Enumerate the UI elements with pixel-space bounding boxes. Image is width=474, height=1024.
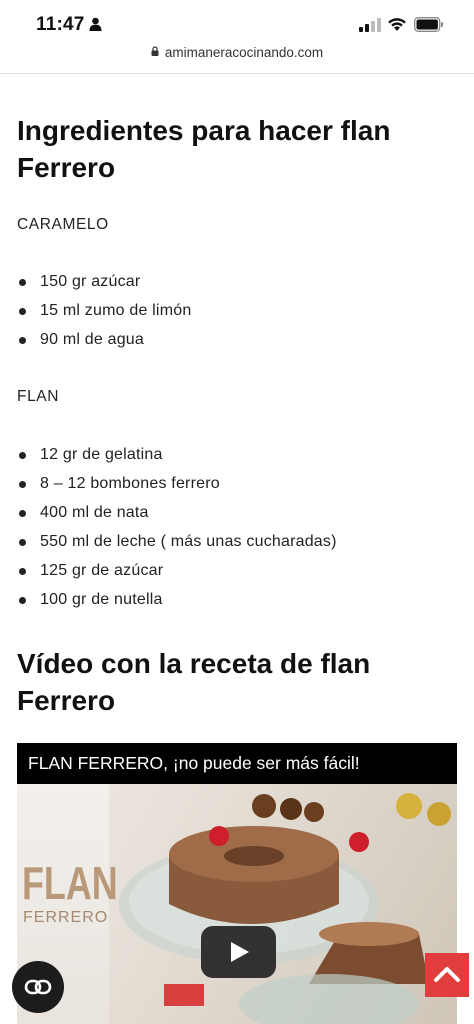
list-item: 150 gr azúcar <box>17 267 191 296</box>
caramel-label: CARAMELO <box>17 216 109 233</box>
battery-icon <box>414 17 443 32</box>
list-item: 550 ml de leche ( más unas cucharadas) <box>17 527 337 556</box>
ingredients-heading: Ingredientes para hacer flan Ferrero <box>17 115 391 183</box>
address-bar-divider <box>0 73 474 74</box>
list-item: 100 gr de nutella <box>17 585 337 614</box>
status-time: 11:47 <box>36 14 85 35</box>
link-icon <box>24 979 52 995</box>
caramel-list: 150 gr azúcar 15 ml zumo de limón 90 ml … <box>17 267 191 354</box>
flan-dessert-image <box>119 793 451 1024</box>
video-embed[interactable]: FLAN FERRERO, ¡no puede ser más fácil! F… <box>17 743 457 1024</box>
chevron-up-icon <box>434 967 460 982</box>
status-bar: 11:47 <box>0 0 474 44</box>
address-bar[interactable]: amimaneracocinando.com <box>0 42 474 72</box>
url-text: amimaneracocinando.com <box>164 45 324 60</box>
floating-link-button[interactable] <box>12 961 64 1013</box>
wifi-icon <box>388 18 406 31</box>
list-item: 125 gr de azúcar <box>17 556 337 585</box>
list-item: 400 ml de nata <box>17 498 337 527</box>
scroll-to-top-button[interactable] <box>425 953 469 997</box>
flan-list: 12 gr de gelatina 8 – 12 bombones ferrer… <box>17 440 337 614</box>
ingredients-heading-wrap: Ingredientes para hacer flan Ferrero <box>17 112 437 186</box>
lock-icon <box>151 46 159 56</box>
thumbnail-subtitle: FERRERO <box>23 909 109 926</box>
thumbnail-title: FLAN <box>22 857 118 909</box>
video-heading-wrap: Vídeo con la receta de flan Ferrero <box>17 645 437 719</box>
list-item: 12 gr de gelatina <box>17 440 337 469</box>
signal-icon <box>359 18 381 32</box>
list-item: 8 – 12 bombones ferrero <box>17 469 337 498</box>
video-play-button[interactable] <box>201 926 276 978</box>
person-icon <box>89 17 102 31</box>
video-thumbnail[interactable]: FLAN FERRERO <box>17 784 457 1024</box>
flan-label: FLAN <box>17 388 60 405</box>
list-item: 90 ml de agua <box>17 325 191 354</box>
list-item: 15 ml zumo de limón <box>17 296 191 325</box>
video-heading: Vídeo con la receta de flan Ferrero <box>17 648 371 716</box>
video-title[interactable]: FLAN FERRERO, ¡no puede ser más fácil! <box>28 753 360 774</box>
